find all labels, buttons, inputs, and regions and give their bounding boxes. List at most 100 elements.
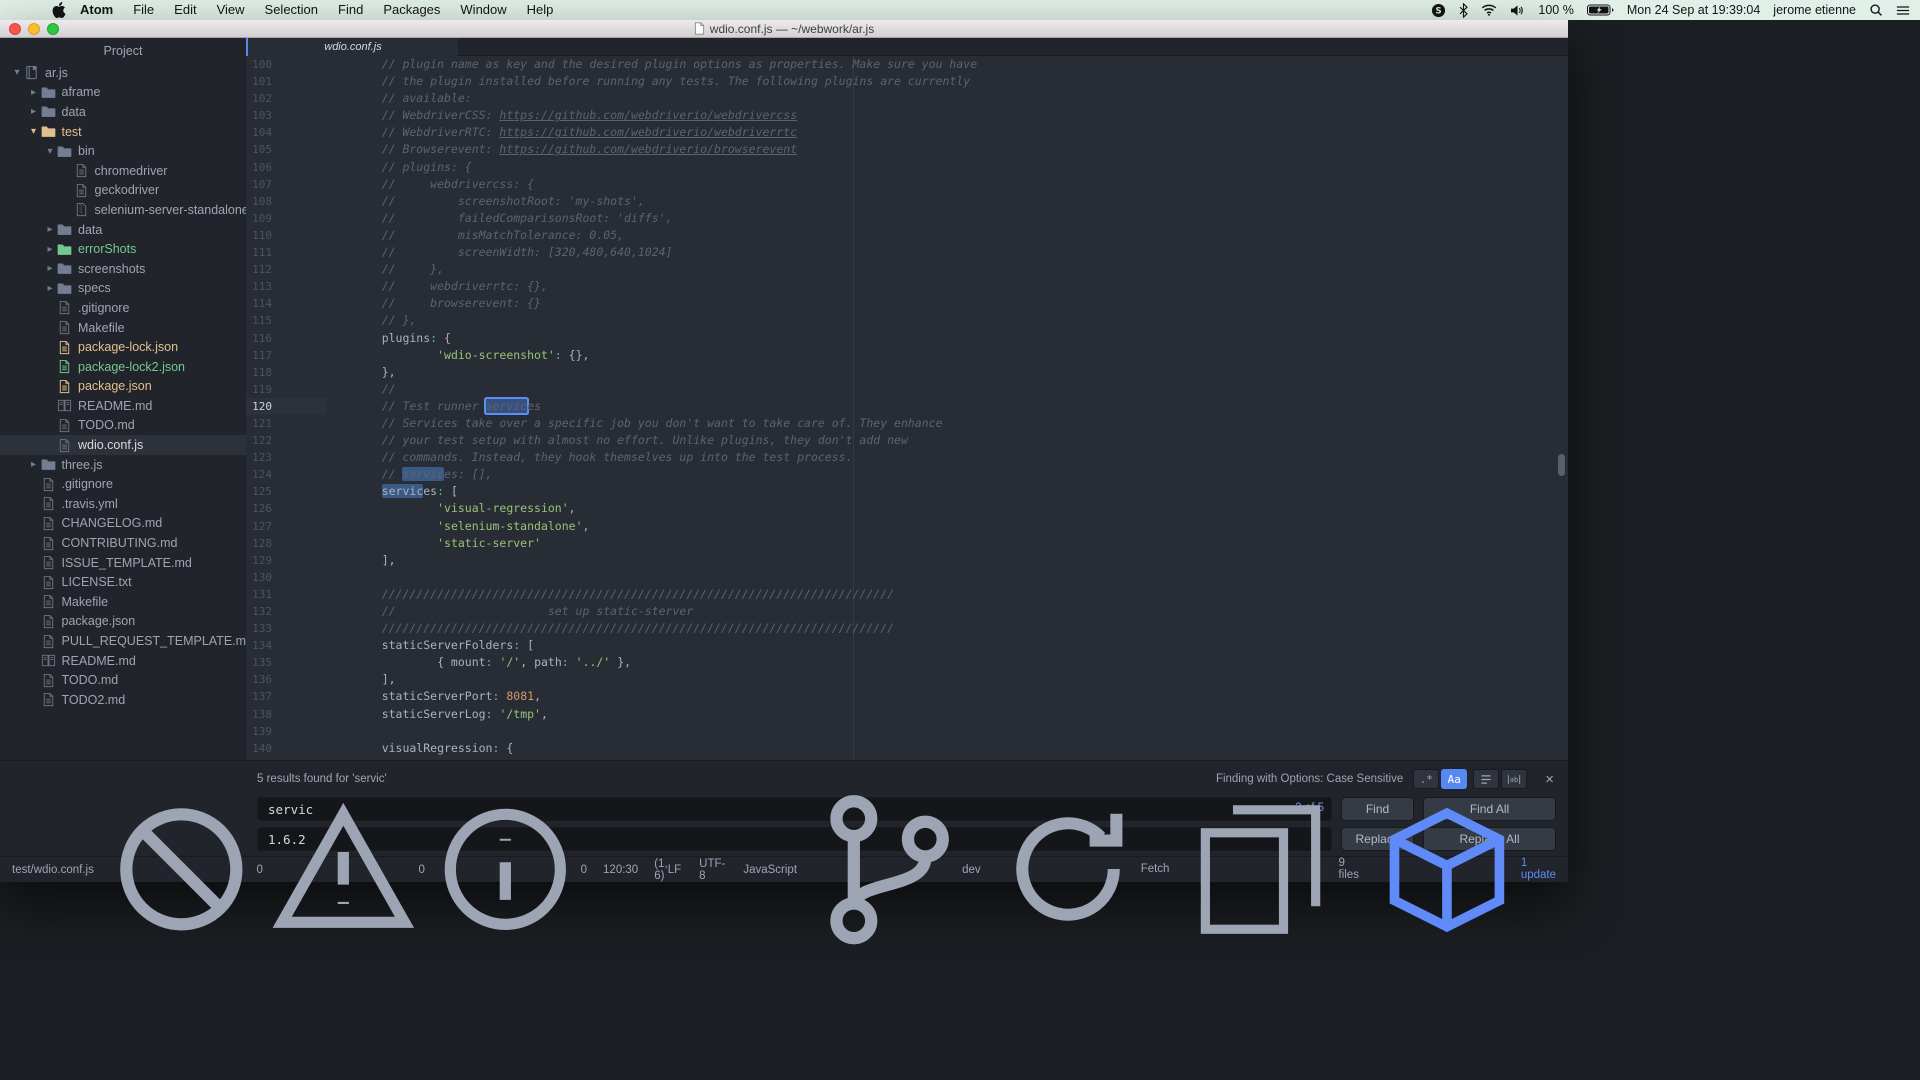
battery-icon[interactable] — [1587, 4, 1614, 16]
line-ending-selector[interactable]: LF — [668, 864, 681, 876]
current-file-path[interactable]: test/wdio.conf.js — [12, 864, 94, 876]
tree-item-data[interactable]: ▸data — [0, 102, 246, 122]
code-line-120[interactable]: 120 // Test runner services — [246, 398, 1568, 415]
code-line-123[interactable]: 123 // commands. Instead, they hook them… — [246, 449, 1568, 466]
chevron-right-icon[interactable]: ▸ — [43, 263, 57, 274]
menu-find[interactable]: Find — [328, 0, 373, 20]
code-line-103[interactable]: 103 // WebdriverCSS: https://github.com/… — [246, 107, 1568, 124]
code-line-128[interactable]: 128 'static-server' — [246, 535, 1568, 552]
code-line-118[interactable]: 118 }, — [246, 364, 1568, 381]
tree-item-specs[interactable]: ▸specs — [0, 279, 246, 299]
code-line-124[interactable]: 124 // services: [], — [246, 466, 1568, 483]
linter-errors[interactable]: 0 — [110, 798, 263, 941]
git-changed-files[interactable]: 9 files — [1187, 796, 1359, 943]
menu-help[interactable]: Help — [517, 0, 564, 20]
chevron-down-icon[interactable]: ▾ — [27, 126, 41, 137]
tree-item-pull-request-template-md[interactable]: PULL_REQUEST_TEMPLATE.md — [0, 631, 246, 651]
case-option[interactable]: Aa — [1441, 769, 1467, 789]
chevron-right-icon[interactable]: ▸ — [43, 244, 57, 255]
battery-percent[interactable]: 100 % — [1538, 3, 1573, 17]
regex-option[interactable]: .* — [1413, 769, 1439, 789]
zoom-window-button[interactable] — [47, 23, 59, 35]
tree-item-selenium-server-standalone-3-0-1-ja[interactable]: selenium-server-standalone-3.0.1.ja — [0, 200, 246, 220]
tree-item-test[interactable]: ▾test — [0, 122, 246, 142]
tab-wdio-conf-js[interactable]: wdio.conf.js — [248, 38, 458, 56]
tree-item--gitignore[interactable]: .gitignore — [0, 474, 246, 494]
code-line-119[interactable]: 119 // — [246, 381, 1568, 398]
tree-item-screenshots[interactable]: ▸screenshots — [0, 259, 246, 279]
git-fetch[interactable]: Fetch — [999, 800, 1170, 938]
menu-selection[interactable]: Selection — [255, 0, 328, 20]
code-line-112[interactable]: 112 // }, — [246, 261, 1568, 278]
git-branch[interactable]: dev — [815, 788, 981, 951]
code-line-108[interactable]: 108 // screenshotRoot: 'my-shots', — [246, 193, 1568, 210]
tree-item-geckodriver[interactable]: geckodriver — [0, 181, 246, 201]
tree-item-makefile[interactable]: Makefile — [0, 318, 246, 338]
apple-icon[interactable] — [52, 2, 66, 18]
tree-item-data[interactable]: ▸data — [0, 220, 246, 240]
code-line-137[interactable]: 137 staticServerPort: 8081, — [246, 688, 1568, 705]
whole-word-option[interactable]: ab — [1501, 769, 1527, 789]
code-line-135[interactable]: 135 { mount: '/', path: '../' }, — [246, 654, 1568, 671]
grammar-selector[interactable]: JavaScript — [743, 864, 797, 876]
code-line-114[interactable]: 114 // browserevent: {} — [246, 295, 1568, 312]
tree-item-changelog-md[interactable]: CHANGELOG.md — [0, 514, 246, 534]
cursor-position[interactable]: 120:30 — [603, 864, 638, 876]
minimize-window-button[interactable] — [28, 23, 40, 35]
code-line-126[interactable]: 126 'visual-regression', — [246, 500, 1568, 517]
code-line-102[interactable]: 102 // available: — [246, 90, 1568, 107]
volume-icon[interactable] — [1510, 4, 1525, 17]
code-line-122[interactable]: 122 // your test setup with almost no ef… — [246, 432, 1568, 449]
tree-item-bin[interactable]: ▾bin — [0, 141, 246, 161]
menu-edit[interactable]: Edit — [164, 0, 206, 20]
code-line-101[interactable]: 101 // the plugin installed before runni… — [246, 73, 1568, 90]
code-line-105[interactable]: 105 // Browserevent: https://github.com/… — [246, 141, 1568, 158]
skype-icon[interactable]: S — [1431, 3, 1446, 18]
close-find-panel-icon[interactable]: × — [1545, 772, 1554, 787]
package-updates[interactable]: 1 update — [1377, 800, 1556, 940]
menu-user[interactable]: jerome etienne — [1773, 3, 1856, 17]
wifi-icon[interactable] — [1481, 4, 1497, 16]
tree-item-package-lock2-json[interactable]: package-lock2.json — [0, 357, 246, 377]
code-line-109[interactable]: 109 // failedComparisonsRoot: 'diffs', — [246, 210, 1568, 227]
tree-item-errorshots[interactable]: ▸errorShots — [0, 239, 246, 259]
code-line-107[interactable]: 107 // webdrivercss: { — [246, 176, 1568, 193]
chevron-down-icon[interactable]: ▾ — [10, 67, 24, 78]
code-line-130[interactable]: 130 — [246, 569, 1568, 586]
chevron-right-icon[interactable]: ▸ — [27, 87, 41, 98]
code-line-131[interactable]: 131 ////////////////////////////////////… — [246, 586, 1568, 603]
menu-window[interactable]: Window — [450, 0, 516, 20]
chevron-right-icon[interactable]: ▸ — [27, 459, 41, 470]
tree-item-todo-md[interactable]: TODO.md — [0, 670, 246, 690]
linter-infos[interactable]: 0 — [434, 798, 587, 941]
code-line-117[interactable]: 117 'wdio-screenshot': {}, — [246, 347, 1568, 364]
tree-item-chromedriver[interactable]: chromedriver — [0, 161, 246, 181]
code-line-138[interactable]: 138 staticServerLog: '/tmp', — [246, 706, 1568, 723]
editor-scrollbar[interactable] — [1558, 454, 1565, 476]
chevron-right-icon[interactable]: ▸ — [27, 106, 41, 117]
notification-center-icon[interactable] — [1896, 5, 1910, 16]
spotlight-search-icon[interactable] — [1869, 3, 1883, 17]
code-line-113[interactable]: 113 // webdriverrtc: {}, — [246, 278, 1568, 295]
menu-view[interactable]: View — [207, 0, 255, 20]
tree-item-todo2-md[interactable]: TODO2.md — [0, 690, 246, 710]
tree-item--gitignore[interactable]: .gitignore — [0, 298, 246, 318]
code-line-134[interactable]: 134 staticServerFolders: [ — [246, 637, 1568, 654]
code-line-127[interactable]: 127 'selenium-standalone', — [246, 518, 1568, 535]
code-line-139[interactable]: 139 — [246, 723, 1568, 740]
code-line-116[interactable]: 116 plugins: { — [246, 330, 1568, 347]
code-line-133[interactable]: 133 ////////////////////////////////////… — [246, 620, 1568, 637]
chevron-right-icon[interactable]: ▸ — [43, 283, 57, 294]
code-line-132[interactable]: 132 // set up static-sterver — [246, 603, 1568, 620]
tree-item-makefile[interactable]: Makefile — [0, 592, 246, 612]
tree-item-license-txt[interactable]: LICENSE.txt — [0, 572, 246, 592]
tree-item--travis-yml[interactable]: .travis.yml — [0, 494, 246, 514]
code-line-125[interactable]: 125 services: [ — [246, 483, 1568, 500]
code-line-136[interactable]: 136 ], — [246, 671, 1568, 688]
tree-item-package-lock-json[interactable]: package-lock.json — [0, 337, 246, 357]
code-line-115[interactable]: 115 // }, — [246, 312, 1568, 329]
tree-item-todo-md[interactable]: TODO.md — [0, 416, 246, 436]
menu-file[interactable]: File — [123, 0, 164, 20]
text-editor[interactable]: 100 // plugin name as key and the desire… — [246, 56, 1568, 760]
code-line-104[interactable]: 104 // WebdriverRTC: https://github.com/… — [246, 124, 1568, 141]
